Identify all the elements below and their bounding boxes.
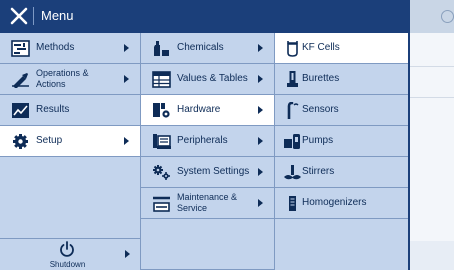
menu-item-stirrers[interactable]: Stirrers — [275, 157, 408, 188]
menu-column-hardware: KF Cells Burettes Sensors Pumps Stirrers… — [275, 33, 408, 270]
menu-item-peripherals[interactable]: Peripherals — [141, 126, 274, 157]
chevron-right-icon — [124, 44, 129, 52]
shutdown-label: Shutdown — [49, 260, 86, 269]
kf-cell-icon — [287, 41, 298, 57]
power-icon — [60, 241, 74, 257]
menu-item-label: Sensors — [302, 104, 339, 115]
menu-item-methods[interactable]: Methods — [0, 33, 140, 64]
close-icon[interactable] — [8, 5, 30, 27]
chevron-right-icon — [124, 137, 129, 145]
menu-title-bar: Menu — [0, 0, 410, 33]
chevron-right-icon — [125, 250, 130, 258]
menu-column-setup: Chemicals Values & Tables Hardware Perip… — [141, 33, 275, 270]
background-divider — [410, 97, 454, 98]
chevron-right-icon — [258, 44, 263, 52]
menu-item-label: Burettes — [302, 73, 340, 84]
menu-item-label: Peripherals — [177, 135, 228, 146]
stirrer-icon — [284, 165, 301, 180]
menu-item-label: Setup — [36, 135, 63, 146]
menu-item-label: Values & Tables — [177, 73, 248, 84]
menu-item-kf-cells[interactable]: KF Cells — [275, 33, 408, 64]
menu-item-label: System Settings — [177, 166, 250, 177]
main-menu: Menu Methods Operations & Actions Result… — [0, 0, 410, 270]
menu-item-setup[interactable]: Setup — [0, 126, 140, 157]
menu-item-label: Hardware — [177, 104, 221, 115]
menu-column-main: Methods Operations & Actions Results Set… — [0, 33, 141, 270]
menu-item-operations-actions[interactable]: Operations & Actions — [0, 64, 140, 95]
menu-item-label: Results — [36, 104, 70, 115]
homogenizer-icon — [289, 196, 296, 211]
menu-item-label: Homogenizers — [302, 197, 367, 208]
menu-item-label: Operations & Actions — [36, 68, 89, 89]
empty-row — [275, 219, 408, 270]
menu-item-label: Stirrers — [302, 166, 335, 177]
shutdown-button[interactable]: Shutdown — [0, 238, 140, 270]
menu-item-label: Pumps — [302, 135, 334, 146]
pump-icon — [284, 134, 300, 149]
methods-icon — [11, 40, 30, 57]
peripherals-icon — [153, 134, 171, 149]
menu-item-system-settings[interactable]: System Settings — [141, 157, 274, 188]
menu-item-burettes[interactable]: Burettes — [275, 64, 408, 95]
chevron-right-icon — [258, 75, 263, 83]
menu-item-hardware[interactable]: Hardware — [141, 95, 274, 126]
menu-item-label: Chemicals — [177, 42, 224, 53]
burette-icon — [287, 71, 298, 87]
sensor-icon — [287, 102, 299, 119]
menu-item-maintenance-service[interactable]: Maintenance & Service — [141, 188, 274, 219]
chevron-right-icon — [258, 199, 263, 207]
background-footer — [410, 241, 454, 270]
menu-item-sensors[interactable]: Sensors — [275, 95, 408, 126]
title-separator — [33, 7, 34, 25]
chevron-right-icon — [258, 168, 263, 176]
menu-item-homogenizers[interactable]: Homogenizers — [275, 188, 408, 219]
background-divider — [410, 66, 454, 67]
menu-title: Menu — [41, 8, 74, 23]
menu-item-chemicals[interactable]: Chemicals — [141, 33, 274, 64]
empty-row — [141, 219, 274, 270]
background-status-icon — [441, 10, 454, 23]
gear-icon — [13, 134, 28, 149]
menu-item-values-tables[interactable]: Values & Tables — [141, 64, 274, 95]
results-icon — [12, 103, 29, 118]
chemicals-icon — [154, 41, 169, 56]
menu-item-pumps[interactable]: Pumps — [275, 126, 408, 157]
hardware-icon — [153, 103, 170, 118]
maintenance-icon — [153, 196, 170, 212]
menu-item-results[interactable]: Results — [0, 95, 140, 126]
menu-item-label: Maintenance & Service — [177, 192, 238, 213]
chevron-right-icon — [258, 106, 263, 114]
table-icon — [152, 71, 171, 88]
chevron-right-icon — [258, 137, 263, 145]
system-settings-icon — [153, 165, 170, 180]
menu-item-label: Methods — [36, 42, 75, 53]
operations-icon — [12, 73, 29, 88]
chevron-right-icon — [124, 75, 129, 83]
menu-item-label: KF Cells — [302, 42, 340, 53]
